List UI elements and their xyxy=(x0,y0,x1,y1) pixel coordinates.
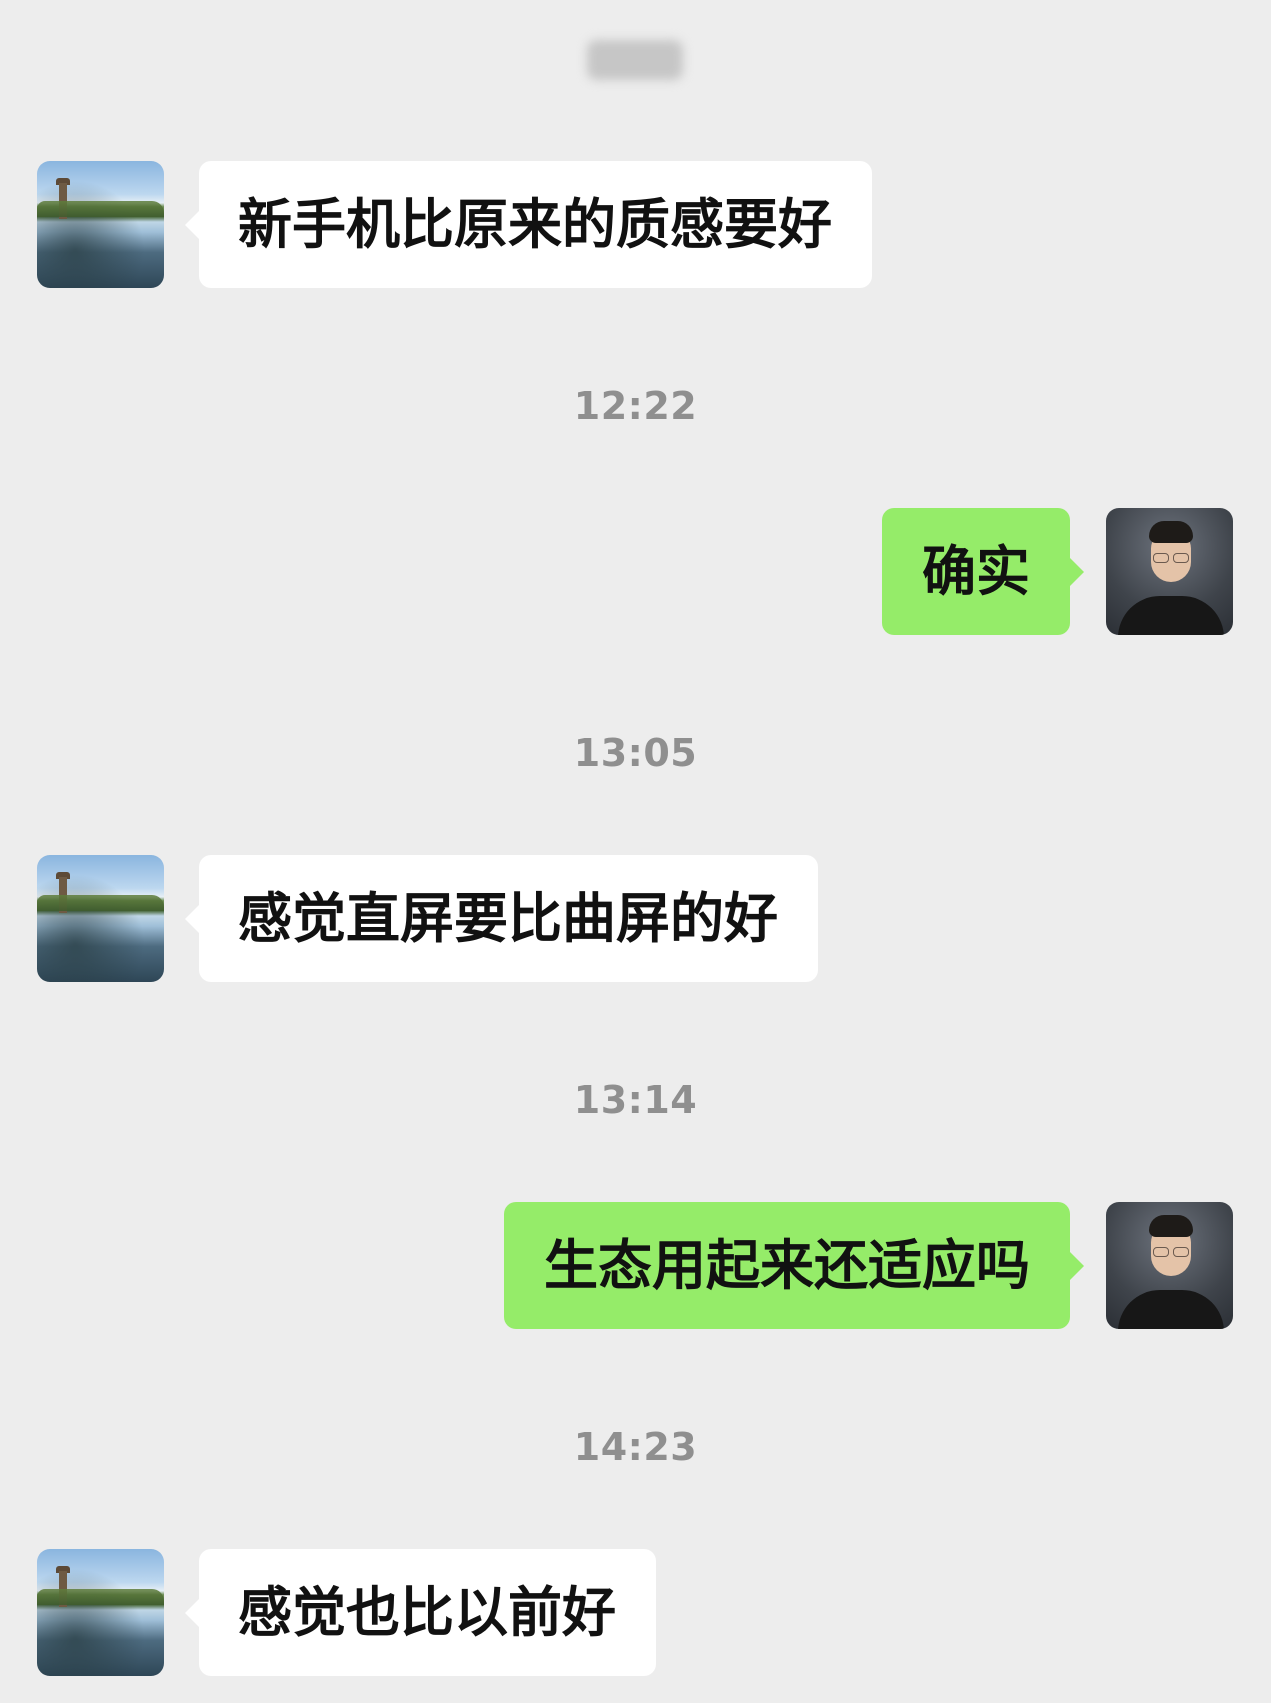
timestamp: 13:14 xyxy=(573,1078,698,1122)
contact-avatar[interactable] xyxy=(37,1549,164,1676)
message-bubble-incoming[interactable]: 感觉直屏要比曲屏的好 xyxy=(185,855,818,982)
hair-icon xyxy=(1149,521,1193,543)
message-text: 确实 xyxy=(922,539,1030,603)
message-bubble-outgoing[interactable]: 确实 xyxy=(882,508,1084,635)
message-text: 感觉也比以前好 xyxy=(238,1580,616,1644)
message-text: 感觉直屏要比曲屏的好 xyxy=(238,886,778,950)
message-text: 生态用起来还适应吗 xyxy=(544,1233,1030,1297)
tree-line-icon xyxy=(37,1589,164,1605)
tree-line-icon xyxy=(37,201,164,217)
message-text: 新手机比原来的质感要好 xyxy=(238,192,832,256)
contact-avatar[interactable] xyxy=(37,161,164,288)
shoulders-icon xyxy=(1118,1290,1224,1329)
contact-avatar[interactable] xyxy=(37,855,164,982)
glasses-icon xyxy=(1152,553,1190,563)
tree-line-icon xyxy=(37,895,164,911)
timestamp: 13:05 xyxy=(573,731,698,775)
message-bubble-incoming[interactable]: 新手机比原来的质感要好 xyxy=(185,161,872,288)
self-avatar[interactable] xyxy=(1106,1202,1233,1329)
glasses-icon xyxy=(1152,1247,1190,1257)
timestamp: 14:23 xyxy=(573,1425,698,1469)
blurred-contact-name xyxy=(587,40,683,80)
message-bubble-incoming[interactable]: 感觉也比以前好 xyxy=(185,1549,656,1676)
message-bubble-outgoing[interactable]: 生态用起来还适应吗 xyxy=(504,1202,1084,1329)
self-avatar[interactable] xyxy=(1106,508,1233,635)
shoulders-icon xyxy=(1118,596,1224,635)
timestamp: 12:22 xyxy=(573,384,698,428)
hair-icon xyxy=(1149,1215,1193,1237)
